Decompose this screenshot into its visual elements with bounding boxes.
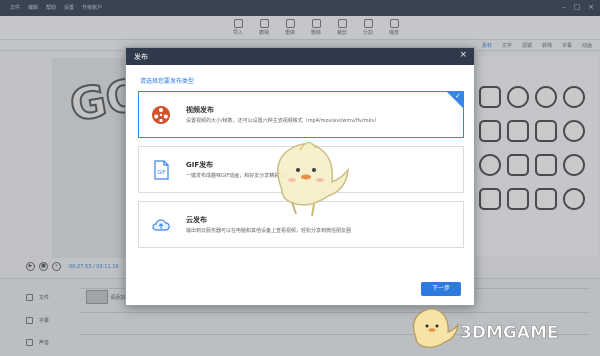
- dialog-prompt: 请选择您要发布类型: [140, 78, 195, 85]
- check-icon: ✓: [455, 92, 461, 100]
- watermark-text: 3DMGAME: [460, 323, 559, 344]
- dialog-header: 发布 ×: [126, 48, 474, 65]
- next-button[interactable]: 下一步: [421, 282, 461, 296]
- gif-file-icon: GIF: [154, 160, 169, 180]
- option-title: GIF发布: [186, 161, 214, 169]
- option-title: 视频发布: [186, 106, 214, 114]
- option-desc: 设置视频的大小/帧数，还可以设置六种主流视频格式（mp4/mov/avi/wmv…: [186, 118, 380, 124]
- watermark-bird-image: [412, 308, 459, 348]
- close-icon[interactable]: ×: [459, 50, 467, 60]
- dialog-title: 发布: [134, 53, 148, 61]
- film-reel-icon: [152, 106, 170, 124]
- mascot-bird-image: [277, 141, 350, 217]
- svg-text:GIF: GIF: [157, 170, 165, 176]
- option-desc: 输出到云服务器可以在电脑和其他设备上查看视频，轻松分享到微信朋友圈: [186, 228, 352, 234]
- option-title: 云发布: [186, 216, 207, 224]
- cloud-icon: [152, 219, 170, 231]
